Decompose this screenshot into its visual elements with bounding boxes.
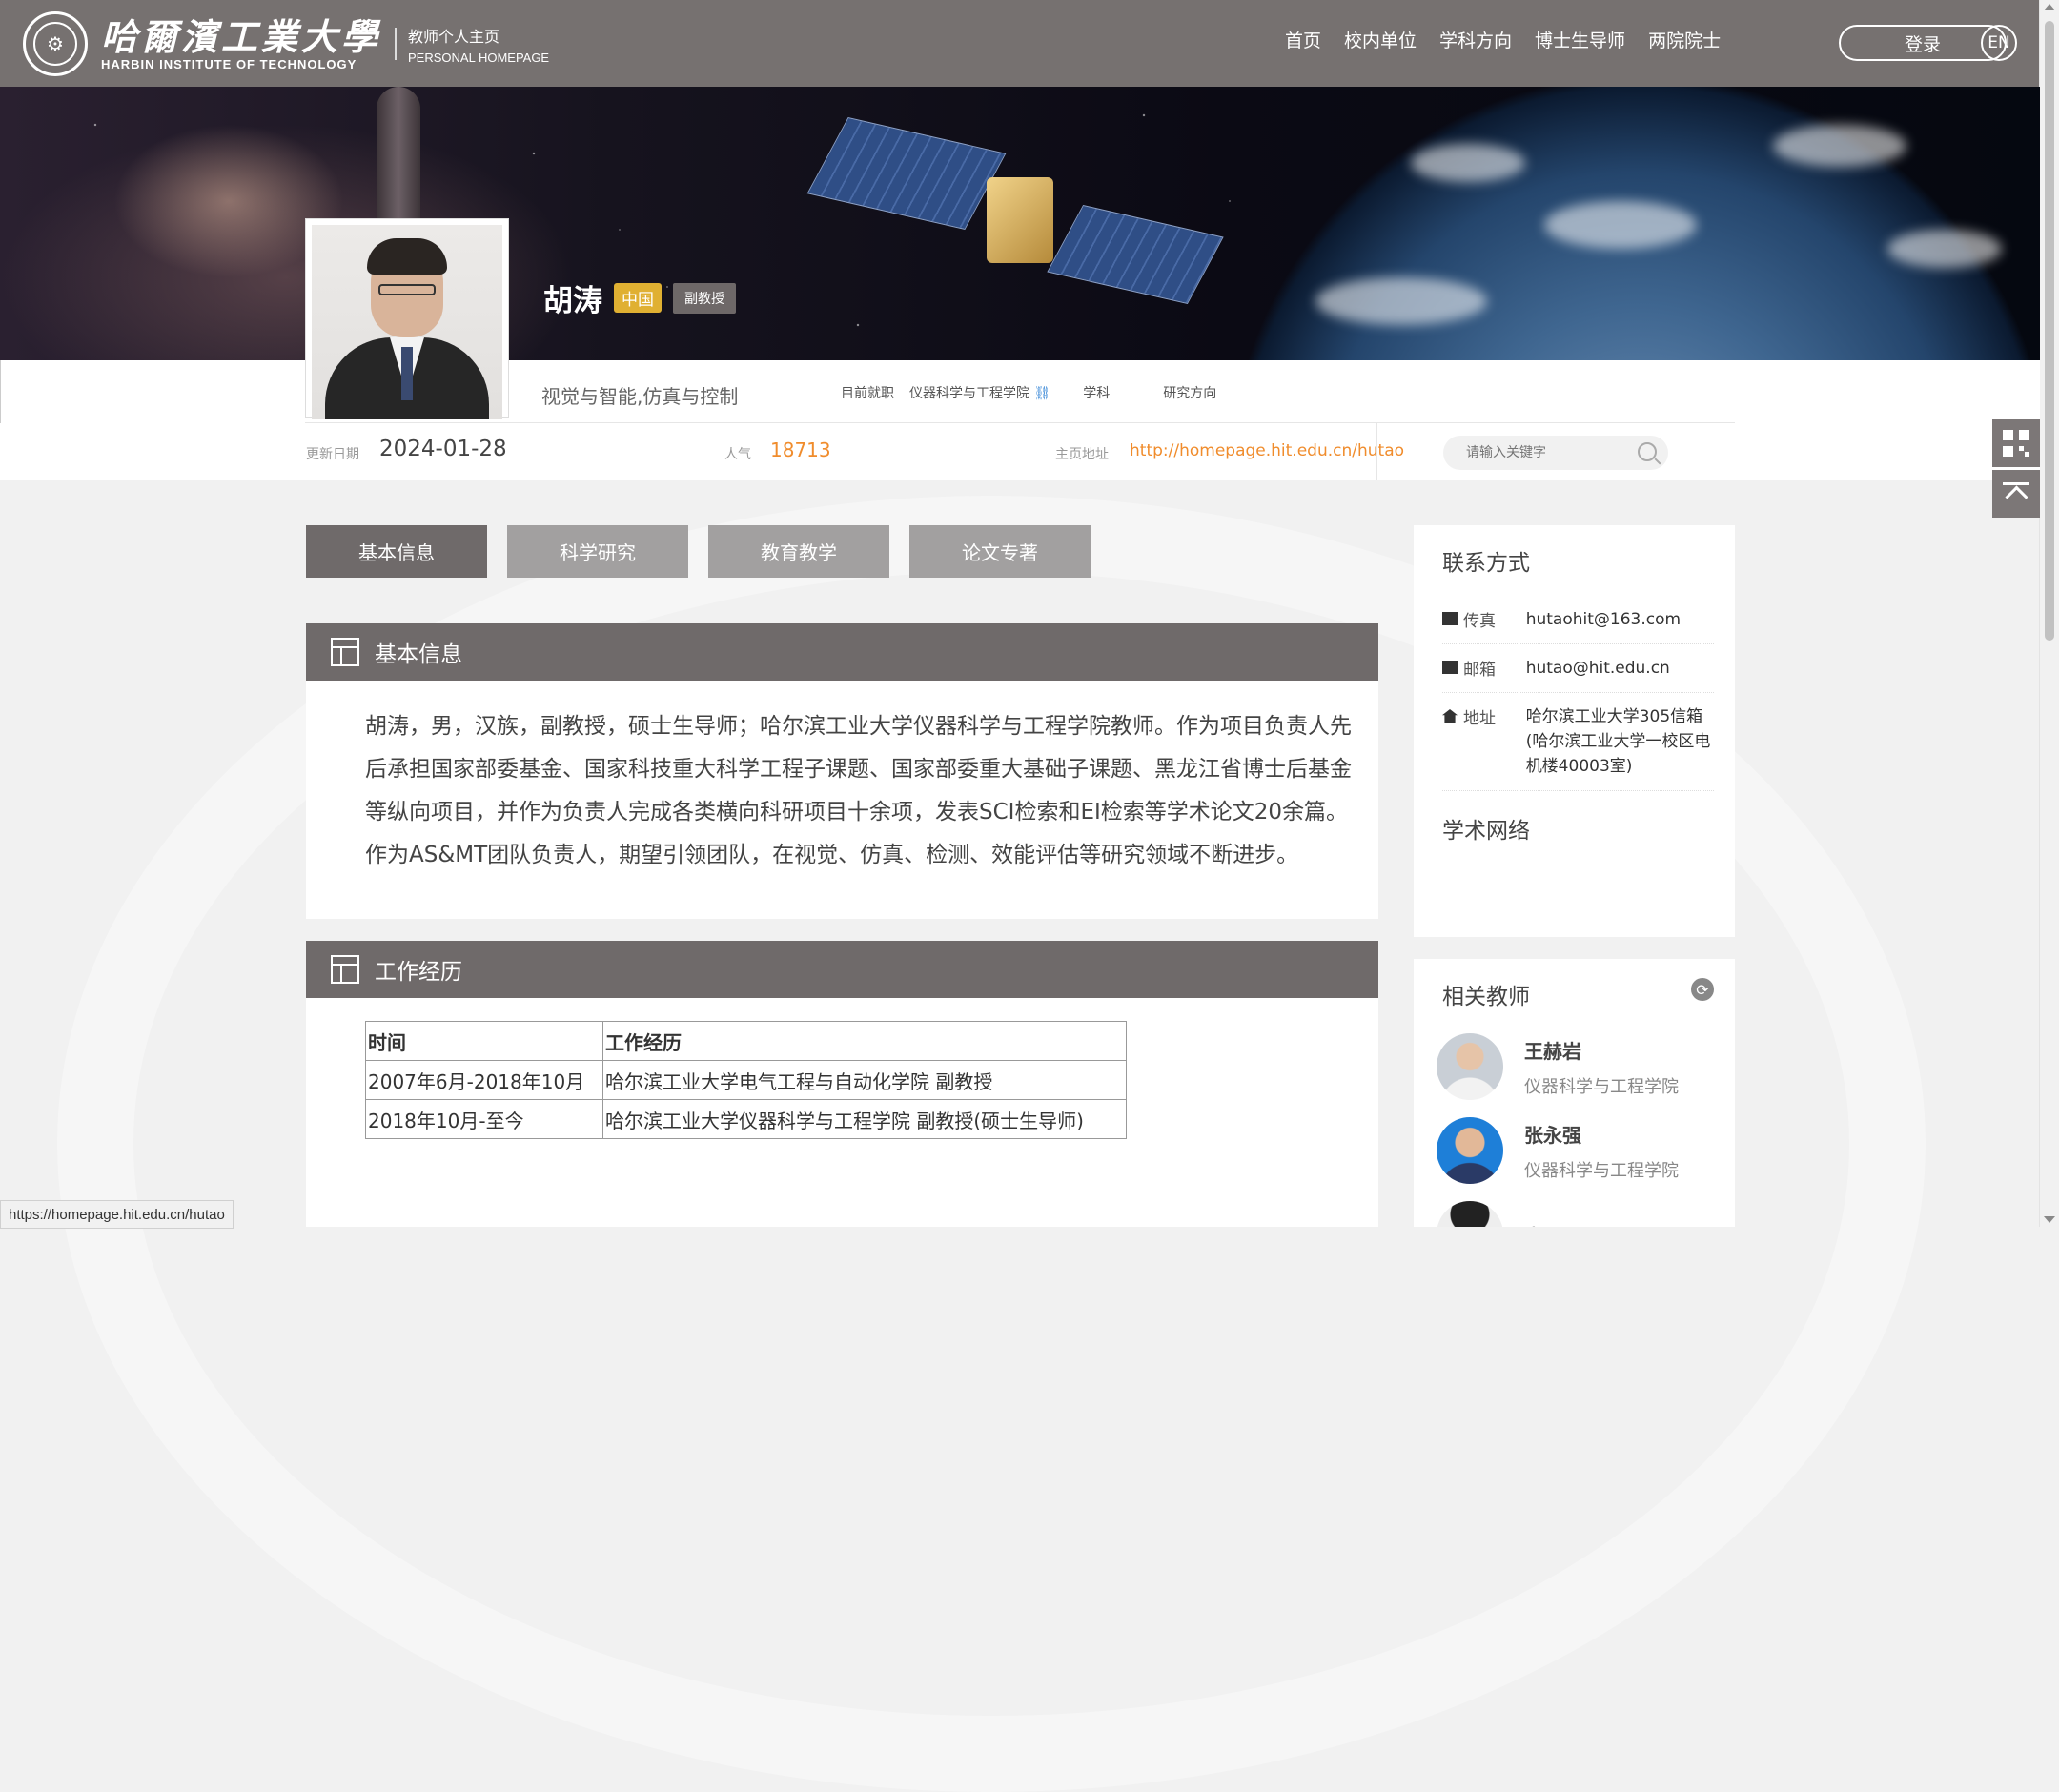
contact-email-row: 邮箱 hutao@hit.edu.cn <box>1442 644 1714 693</box>
work-history-section: 工作经历 时间 工作经历 2007年6月-2018年10月 哈尔滨工业大学电气工… <box>306 941 1378 1227</box>
country-badge: 中国 <box>614 283 662 313</box>
related-teachers-card: 相关教师 ⟳ 王赫岩 仪器科学与工程学院 张永强 仪器科学与工程学院 李理 <box>1414 959 1735 1227</box>
work-history-table: 时间 工作经历 2007年6月-2018年10月 哈尔滨工业大学电气工程与自动化… <box>365 1021 1127 1139</box>
basic-info-heading: 基本信息 <box>375 642 462 667</box>
logo-chinese: 哈爾濱工業大學 <box>101 14 382 58</box>
table-row: 2018年10月-至今 哈尔滨工业大学仪器科学与工程学院 副教授(硕士生导师) <box>365 1099 1127 1139</box>
scroll-down-icon[interactable] <box>2044 1216 2055 1223</box>
row-time: 2018年10月-至今 <box>365 1099 603 1139</box>
main-nav: 首页 校内单位 学科方向 博士生导师 两院院士 <box>1285 27 1721 52</box>
nav-disciplines[interactable]: 学科方向 <box>1439 27 1512 52</box>
avatar <box>1437 1117 1503 1184</box>
search-input[interactable] <box>1464 444 1630 461</box>
nav-academicians[interactable]: 两院院士 <box>1648 27 1721 52</box>
basic-info-header: 基本信息 <box>306 623 1378 681</box>
fax-value: hutaohit@163.com <box>1525 610 1682 629</box>
related-teachers-title: 相关教师 <box>1442 985 1530 1009</box>
scrollbar-thumb[interactable] <box>2045 21 2054 641</box>
language-en-button[interactable]: EN <box>1981 25 2017 61</box>
hit-logo[interactable]: ⚙ 哈爾濱工業大學 HARBIN INSTITUTE OF TECHNOLOGY… <box>23 11 549 76</box>
contact-card: 联系方式 传真 hutaohit@163.com 邮箱 hutao@hit.ed… <box>1414 525 1735 937</box>
tab-research[interactable]: 科学研究 <box>507 525 688 578</box>
academic-network-title: 学术网络 <box>1442 819 1530 844</box>
update-date-value: 2024-01-28 <box>379 437 507 461</box>
research-direction-text: 视觉与智能,仿真与控制 <box>541 385 739 408</box>
related-teacher-item[interactable]: 张永强 仪器科学与工程学院 <box>1437 1117 1735 1184</box>
address-value: 哈尔滨工业大学305信箱(哈尔滨工业大学一校区电机楼40003室) <box>1525 707 1711 776</box>
scroll-up-icon[interactable] <box>2044 4 2055 10</box>
keyword-search <box>1443 436 1668 470</box>
search-icon[interactable] <box>1638 442 1657 461</box>
avatar <box>1437 1033 1503 1100</box>
contact-title: 联系方式 <box>1442 551 1530 576</box>
views-label: 人气 <box>724 447 751 462</box>
column-header-time: 时间 <box>365 1021 603 1061</box>
table-header-row: 时间 工作经历 <box>365 1021 1127 1061</box>
status-bar-url: https://homepage.hit.edu.cn/hutao <box>0 1200 234 1229</box>
basic-info-section: 基本信息 胡涛，男，汉族，副教授，硕士生导师；哈尔滨工业大学仪器科学与工程学院教… <box>306 623 1378 919</box>
related-teacher-item[interactable]: 王赫岩 仪器科学与工程学院 <box>1437 1033 1735 1100</box>
qr-code-icon <box>2003 430 2029 457</box>
vertical-scrollbar[interactable] <box>2039 0 2059 1227</box>
link-icon: ⛓ <box>1033 386 1051 401</box>
refresh-icon[interactable]: ⟳ <box>1691 978 1714 1001</box>
tab-publications[interactable]: 论文专著 <box>909 525 1091 578</box>
row-experience: 哈尔滨工业大学仪器科学与工程学院 副教授(硕士生导师) <box>602 1099 1127 1139</box>
homepage-url-label: 主页地址 <box>1055 447 1109 462</box>
profile-tabs: 基本信息 科学研究 教育教学 论文专著 <box>306 525 1091 578</box>
layout-icon <box>331 638 359 666</box>
logo-english: HARBIN INSTITUTE OF TECHNOLOGY <box>101 56 357 71</box>
avatar <box>1437 1201 1503 1227</box>
fax-icon <box>1442 612 1458 625</box>
rocket-graphic <box>377 87 420 220</box>
satellite-graphic <box>782 115 1239 325</box>
nav-departments[interactable]: 校内单位 <box>1344 27 1417 52</box>
update-date-label: 更新日期 <box>306 447 359 462</box>
research-label: 研究方向 <box>1163 386 1217 401</box>
contact-address-row: 地址 哈尔滨工业大学305信箱(哈尔滨工业大学一校区电机楼40003室) <box>1442 693 1714 791</box>
biography-text: 胡涛，男，汉族，副教授，硕士生导师；哈尔滨工业大学仪器科学与工程学院教师。作为项… <box>365 714 1352 867</box>
nav-home[interactable]: 首页 <box>1285 27 1321 52</box>
table-row: 2007年6月-2018年10月 哈尔滨工业大学电气工程与自动化学院 副教授 <box>365 1060 1127 1100</box>
employment-label: 目前就职 <box>841 386 894 401</box>
teacher-name: 王赫岩 <box>1524 1039 1581 1063</box>
top-nav-bar: ⚙ 哈爾濱工業大學 HARBIN INSTITUTE OF TECHNOLOGY… <box>0 0 2040 87</box>
work-history-header: 工作经历 <box>306 941 1378 998</box>
related-teacher-item[interactable]: 李理 <box>1437 1201 1735 1227</box>
teacher-dept: 仪器科学与工程学院 <box>1524 1160 1679 1181</box>
teacher-name: 胡涛 <box>543 284 602 318</box>
layout-icon <box>331 955 359 984</box>
column-header-experience: 工作经历 <box>602 1021 1127 1061</box>
profile-photo <box>305 218 509 419</box>
tab-teaching[interactable]: 教育教学 <box>708 525 889 578</box>
back-to-top-icon <box>2003 482 2029 505</box>
tab-basic-info[interactable]: 基本信息 <box>306 525 487 578</box>
row-experience: 哈尔滨工业大学电气工程与自动化学院 副教授 <box>602 1060 1127 1100</box>
home-icon <box>1442 709 1458 723</box>
teacher-name: 张永强 <box>1524 1123 1581 1147</box>
work-history-heading: 工作经历 <box>375 960 462 985</box>
teacher-dept: 仪器科学与工程学院 <box>1524 1076 1679 1097</box>
subject-label: 学科 <box>1083 386 1111 401</box>
back-to-top-button[interactable] <box>1992 470 2040 518</box>
qr-code-button[interactable] <box>1992 419 2040 467</box>
title-badge: 副教授 <box>673 282 736 314</box>
site-subtitle-cn: 教师个人主页 <box>408 27 500 46</box>
university-seal-icon: ⚙ <box>23 11 88 76</box>
teacher-name: 李理 <box>1524 1221 1562 1228</box>
logo-divider <box>395 28 398 60</box>
nav-phd-supervisors[interactable]: 博士生导师 <box>1535 27 1625 52</box>
mail-icon <box>1442 661 1458 674</box>
employment-value[interactable]: 仪器科学与工程学院 ⛓ <box>909 383 1050 402</box>
homepage-url-link[interactable]: http://homepage.hit.edu.cn/hutao <box>1130 441 1404 460</box>
row-time: 2007年6月-2018年10月 <box>365 1060 603 1100</box>
email-value[interactable]: hutao@hit.edu.cn <box>1526 656 1714 681</box>
profile-meta-line: 目前就职 仪器科学与工程学院 ⛓ 学科 研究方向 <box>841 383 1216 402</box>
contact-fax-row: 传真 hutaohit@163.com <box>1442 596 1714 644</box>
views-count: 18713 <box>770 438 831 461</box>
site-subtitle-en: PERSONAL HOMEPAGE <box>408 50 550 65</box>
